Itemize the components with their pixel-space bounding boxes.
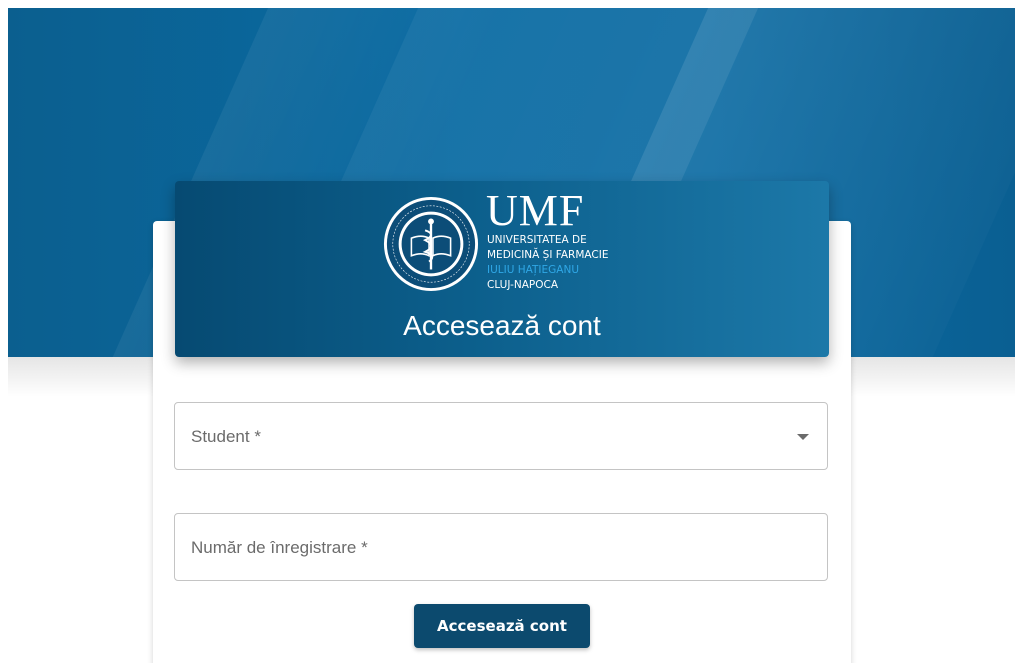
login-card-header: UMF UNIVERSITATEA DE MEDICINĂ ȘI FARMACI… [175, 181, 829, 357]
university-seal-icon [383, 196, 479, 292]
logo-line-city: CLUJ-NAPOCA [487, 279, 559, 291]
logo-line-medicine: MEDICINĂ ȘI FARMACIE [487, 249, 609, 261]
login-title: Accesează cont [403, 310, 601, 341]
login-button[interactable]: Accesează cont [414, 604, 590, 648]
student-type-label: Student * [191, 427, 261, 446]
dropdown-arrow-icon[interactable] [797, 434, 809, 440]
login-page: UMF UNIVERSITATEA DE MEDICINĂ ȘI FARMACI… [0, 0, 1015, 663]
umf-logo: UMF UNIVERSITATEA DE MEDICINĂ ȘI FARMACI… [382, 189, 632, 297]
logo-line-name: IULIU HAȚIEGANU [487, 264, 580, 276]
logo-title: UMF [486, 186, 585, 235]
student-type-select[interactable]: Student * [174, 402, 828, 470]
registration-number-input[interactable]: Număr de înregistrare * [174, 513, 828, 581]
registration-number-label: Număr de înregistrare * [191, 538, 368, 557]
logo-line-university: UNIVERSITATEA DE [487, 234, 587, 246]
